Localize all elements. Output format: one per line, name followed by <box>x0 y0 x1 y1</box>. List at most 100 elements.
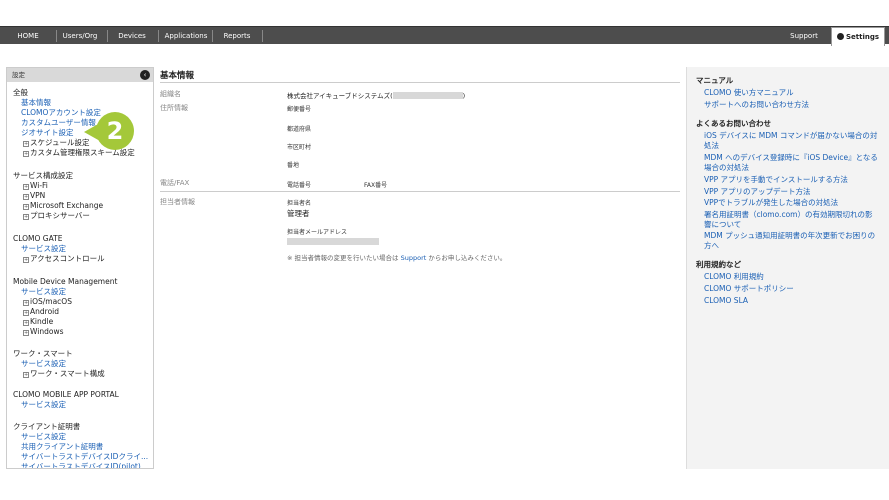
sidebar-item[interactable]: サービス設定 <box>21 400 66 410</box>
sidebar-item-label: ジオサイト設定 <box>21 128 74 137</box>
expand-icon[interactable]: + <box>23 330 29 336</box>
contact-email-value <box>287 237 379 246</box>
manual-heading: マニュアル <box>696 76 734 85</box>
nav-applications[interactable]: Applications <box>160 27 212 45</box>
sidebar-item[interactable]: サイバートラストデバイスIDクライ... <box>21 452 148 462</box>
sidebar-item[interactable]: サイバートラストデバイスID(pilot) <box>21 462 141 469</box>
sidebar-item-label: Windows <box>30 327 64 336</box>
collapse-icon[interactable]: ‹ <box>140 70 150 80</box>
nav-devices[interactable]: Devices <box>108 27 156 45</box>
callout-number: 2 <box>96 112 134 150</box>
sidebar-item[interactable]: + VPN <box>23 191 45 201</box>
sidebar-item[interactable]: 基本情報 <box>21 98 51 108</box>
sidebar-header: 設定 ‹ <box>7 68 153 82</box>
phone-field: 電話番号 <box>287 182 312 189</box>
nav-users-org[interactable]: Users/Org <box>58 27 102 45</box>
gear-icon <box>836 33 844 40</box>
expand-icon[interactable]: + <box>23 214 29 220</box>
faq-link[interactable]: 署名用証明書（clomo.com）の有効期限切れの影響について <box>704 210 879 230</box>
sidebar-item-label: Wi-Fi <box>30 181 48 190</box>
nav-divider <box>56 30 57 42</box>
sidebar-item-label: サービス設定 <box>21 359 66 368</box>
note-prefix: ※ 担当者情報の変更を行いたい場合は <box>287 254 401 262</box>
sidebar-item[interactable]: + アクセスコントロール <box>23 254 105 264</box>
sidebar-section-title: サービス構成設定 <box>13 171 73 181</box>
expand-icon[interactable]: + <box>23 310 29 316</box>
faq-link[interactable]: VPP アプリのアップデート方法 <box>704 187 879 197</box>
sidebar-item-label: サービス設定 <box>21 244 66 253</box>
sidebar-item-label: サービス設定 <box>21 400 66 409</box>
divider <box>160 191 680 192</box>
sidebar-section-title: クライアント証明書 <box>13 422 80 432</box>
expand-icon[interactable]: + <box>23 204 29 210</box>
expand-icon[interactable]: + <box>23 320 29 326</box>
sidebar-section-title: 全般 <box>13 88 28 98</box>
expand-icon[interactable]: + <box>23 257 29 263</box>
sidebar-item-label: サイバートラストデバイスID(pilot) <box>21 462 141 469</box>
sidebar-item-label: CLOMO MOBILE APP PORTAL <box>13 390 119 399</box>
contact-label: 担当者情報 <box>160 198 195 206</box>
sidebar-item[interactable]: ジオサイト設定 <box>21 128 74 138</box>
sidebar-item[interactable]: + Kindle <box>23 317 53 327</box>
sidebar-item[interactable]: + Wi-Fi <box>23 181 48 191</box>
city-field: 市区町村 <box>287 144 312 151</box>
sidebar-item-label: プロキシサーバー <box>30 211 90 220</box>
nav-support[interactable]: Support <box>780 27 828 45</box>
top-nav: HOME Users/Org Devices Applications Repo… <box>0 26 889 46</box>
sidebar-item-label: サービス設定 <box>21 432 66 441</box>
expand-icon[interactable]: + <box>23 372 29 378</box>
sidebar-item[interactable]: + Android <box>23 307 59 317</box>
sidebar-item[interactable]: + Microsoft Exchange <box>23 201 103 211</box>
terms-link[interactable]: CLOMO 利用規約 <box>704 272 879 282</box>
sidebar-item[interactable]: + スケジュール設定 <box>23 138 89 148</box>
prefecture-field: 都道府県 <box>287 126 312 133</box>
expand-icon[interactable]: + <box>23 184 29 190</box>
sidebar-item[interactable]: 共用クライアント証明書 <box>21 442 103 452</box>
sidebar-item-label: アクセスコントロール <box>30 254 105 263</box>
expand-icon[interactable]: + <box>23 300 29 306</box>
sidebar-header-label: 設定 <box>12 71 25 79</box>
sidebar-item[interactable]: サービス設定 <box>21 432 66 442</box>
expand-icon[interactable]: + <box>23 141 29 147</box>
manual-link[interactable]: サポートへのお問い合わせ方法 <box>704 100 879 110</box>
terms-heading: 利用規約など <box>696 260 741 269</box>
faq-link[interactable]: VPP アプリを手動でインストールする方法 <box>704 175 879 185</box>
expand-icon[interactable]: + <box>23 151 29 157</box>
sidebar-item[interactable]: + ワーク・スマート構成 <box>23 369 105 379</box>
nav-home[interactable]: HOME <box>8 27 48 45</box>
faq-heading: よくあるお問い合わせ <box>696 119 771 128</box>
sidebar-item-label: サービス設定 <box>21 287 66 296</box>
nav-reports[interactable]: Reports <box>214 27 260 45</box>
expand-icon[interactable]: + <box>23 194 29 200</box>
phone-label: 電話/FAX <box>160 179 190 187</box>
step-callout: 2 <box>84 109 138 154</box>
sidebar-item-label: ワーク・スマート構成 <box>30 369 105 378</box>
faq-link[interactable]: iOS デバイスに MDM コマンドが届かない場合の対処法 <box>704 131 879 151</box>
terms-link[interactable]: CLOMO SLA <box>704 296 879 306</box>
nav-divider <box>158 30 159 42</box>
manual-link[interactable]: CLOMO 使い方マニュアル <box>704 88 879 98</box>
sidebar-item[interactable]: + Windows <box>23 327 63 337</box>
support-link[interactable]: Support <box>401 254 427 262</box>
street-field: 番地 <box>287 162 300 169</box>
org-value-suffix: ) <box>462 92 466 100</box>
faq-link[interactable]: MDM プッシュ通知用証明書の年次更新でお困りの方へ <box>704 231 879 251</box>
sidebar-item[interactable]: サービス設定 <box>21 244 66 254</box>
faq-link[interactable]: VPPでトラブルが発生した場合の対処法 <box>704 198 879 208</box>
sidebar-section-title: Mobile Device Management <box>13 277 117 287</box>
sidebar-item-label: iOS/macOS <box>30 297 72 306</box>
sidebar-item[interactable]: サービス設定 <box>21 287 66 297</box>
sidebar-item[interactable]: サービス設定 <box>21 359 66 369</box>
address-label: 住所情報 <box>160 104 188 112</box>
sidebar-item-label: Microsoft Exchange <box>30 201 104 210</box>
sidebar-section-title: CLOMO GATE <box>13 234 63 244</box>
sidebar-item-label: サービス構成設定 <box>13 171 73 180</box>
sidebar-item[interactable]: + プロキシサーバー <box>23 211 90 221</box>
faq-link[interactable]: MDM へのデバイス登録時に『iOS Device』となる場合の対処法 <box>704 153 879 173</box>
sidebar-item-label: CLOMO GATE <box>13 234 63 243</box>
terms-link[interactable]: CLOMO サポートポリシー <box>704 284 879 294</box>
nav-settings-tab[interactable]: Settings <box>831 27 885 46</box>
sidebar-item-label: クライアント証明書 <box>13 422 81 431</box>
sidebar-item[interactable]: + iOS/macOS <box>23 297 72 307</box>
page-title: 基本情報 <box>160 71 195 81</box>
